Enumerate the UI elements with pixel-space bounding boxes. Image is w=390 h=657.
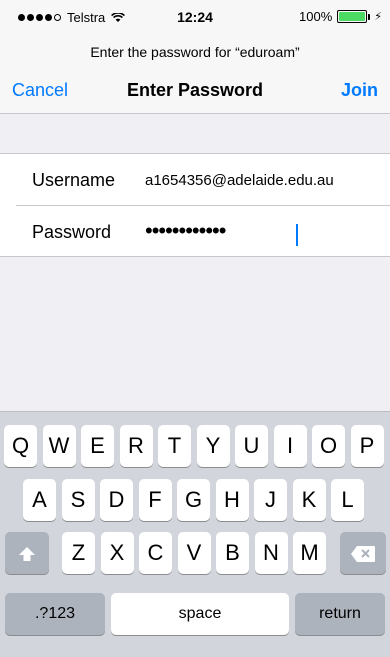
status-right: 100% ⚡ bbox=[299, 9, 382, 24]
text-caret bbox=[296, 224, 298, 246]
credentials-form: Username a1654356@adelaide.edu.au Passwo… bbox=[0, 153, 390, 257]
key-h[interactable]: H bbox=[215, 479, 249, 521]
space-key[interactable]: space bbox=[111, 593, 289, 635]
key-c[interactable]: C bbox=[139, 532, 172, 574]
return-key[interactable]: return bbox=[295, 593, 385, 635]
key-v[interactable]: V bbox=[177, 532, 211, 574]
password-field[interactable]: •••••••••••• bbox=[145, 218, 226, 244]
status-bar: Telstra 12:24 100% ⚡ bbox=[0, 0, 390, 40]
shift-key[interactable] bbox=[5, 532, 49, 574]
key-w[interactable]: W bbox=[42, 425, 76, 467]
key-i[interactable]: I bbox=[273, 425, 307, 467]
key-t[interactable]: T bbox=[158, 425, 191, 467]
key-e[interactable]: E bbox=[81, 425, 114, 467]
nav-bar: Cancel Enter Password Join bbox=[0, 70, 390, 114]
username-row[interactable]: Username a1654356@adelaide.edu.au bbox=[0, 154, 390, 206]
key-q[interactable]: Q bbox=[4, 425, 37, 467]
battery-tip bbox=[368, 14, 371, 20]
key-b[interactable]: B bbox=[216, 532, 249, 574]
key-n[interactable]: N bbox=[254, 532, 288, 574]
key-x[interactable]: X bbox=[100, 532, 134, 574]
key-r[interactable]: R bbox=[119, 425, 153, 467]
delete-icon bbox=[351, 546, 375, 563]
battery-percent: 100% bbox=[299, 9, 333, 24]
username-field[interactable]: a1654356@adelaide.edu.au bbox=[145, 172, 334, 189]
prompt-text: Enter the password for “eduroam” bbox=[0, 40, 390, 70]
key-s[interactable]: S bbox=[61, 479, 95, 521]
key-k[interactable]: K bbox=[292, 479, 326, 521]
join-button[interactable]: Join bbox=[341, 80, 378, 101]
key-z[interactable]: Z bbox=[62, 532, 95, 574]
key-p[interactable]: P bbox=[350, 425, 384, 467]
shift-icon bbox=[19, 547, 35, 562]
key-m[interactable]: M bbox=[293, 532, 326, 574]
keyboard: QWERTYUIOP ASDFGHJKL ZXCVBNM .?123 space… bbox=[0, 411, 390, 657]
key-u[interactable]: U bbox=[235, 425, 268, 467]
key-a[interactable]: A bbox=[23, 479, 56, 521]
key-g[interactable]: G bbox=[177, 479, 210, 521]
key-o[interactable]: O bbox=[312, 425, 345, 467]
key-j[interactable]: J bbox=[254, 479, 287, 521]
password-row[interactable]: Password •••••••••••• bbox=[0, 206, 390, 258]
key-d[interactable]: D bbox=[100, 479, 133, 521]
key-y[interactable]: Y bbox=[196, 425, 230, 467]
battery-icon bbox=[337, 10, 371, 23]
cancel-button[interactable]: Cancel bbox=[12, 80, 68, 101]
screen: Telstra 12:24 100% ⚡ Enter the password … bbox=[0, 0, 390, 657]
password-label: Password bbox=[32, 222, 112, 242]
bolt-icon: ⚡ bbox=[374, 11, 382, 23]
username-label: Username bbox=[32, 170, 116, 190]
key-l[interactable]: L bbox=[331, 479, 364, 521]
numbers-key[interactable]: .?123 bbox=[5, 593, 105, 635]
battery-fill bbox=[339, 12, 366, 21]
delete-key[interactable] bbox=[340, 532, 386, 574]
key-f[interactable]: F bbox=[138, 479, 172, 521]
